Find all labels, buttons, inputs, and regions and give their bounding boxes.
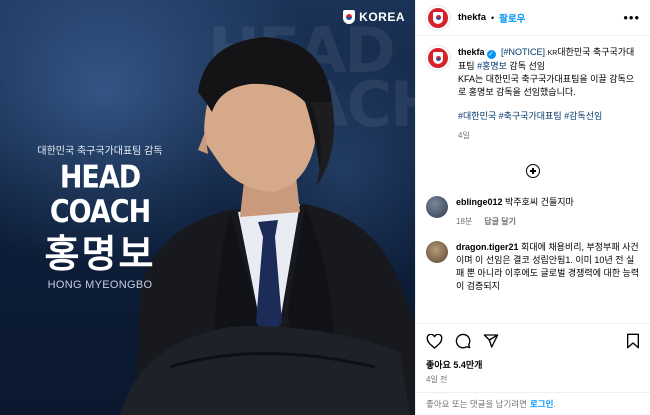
reply-button[interactable]: 답글 달기 [484, 215, 516, 228]
comment-username[interactable]: dragon.tiger21 [456, 242, 519, 252]
comment-body: dragon.tiger21 회대에 채용비리, 부정부패 사건이며 이 선임은… [456, 241, 640, 293]
coach-hashtag[interactable]: #홍명보 [477, 61, 507, 71]
share-send-icon[interactable] [483, 333, 499, 349]
comments-scroll-area[interactable]: thekfa ✓ [#NOTICE] KR대한민국 축구국가대표팀 #홍명보 감독… [416, 36, 650, 323]
title-block: 대한민국 축구국가대표팀 감독 HEAD COACH 홍명보 HONG MYEO… [20, 142, 180, 291]
caption-text-after: 감독 선임 [506, 61, 546, 71]
hashtag-list: #대한민국 #축구국가대표팀 #감독선임 [458, 110, 640, 123]
comment-meta: 18분 답글 달기 [456, 215, 640, 228]
comment-item: dragon.tiger21 회대에 채용비리, 부정부패 사건이며 이 선임은… [426, 241, 640, 293]
login-prompt-text: 좋아요 또는 댓글을 남기려면 [426, 399, 527, 409]
caption-row: thekfa ✓ [#NOTICE] KR대한민국 축구국가대표팀 #홍명보 감독… [426, 46, 640, 142]
commenter-avatar[interactable] [426, 196, 448, 218]
coach-name-korean: 홍명보 [44, 234, 156, 276]
post-image[interactable]: HEAD COACH KOREA 대한민국 축구국가대표팀 감독 HEAD CO… [0, 0, 415, 415]
caption-body: KFA는 대한민국 축구국가대표팀을 이끌 감독으로 홍명보 감독을 선임했습니… [458, 74, 635, 97]
commenter-avatar[interactable] [426, 241, 448, 263]
comment-item: eblinge012 박주호씨 건들지마 18분 답글 달기 [426, 196, 640, 228]
kfa-crest-icon [433, 11, 443, 24]
hashtag[interactable]: #대한민국 [458, 111, 496, 121]
separator-dot: • [490, 12, 495, 23]
post-headline: HEAD COACH [49, 159, 151, 230]
comment-text: 박주호씨 건들지마 [505, 197, 574, 207]
kfa-crest-icon [433, 52, 443, 64]
post-header: thekfa • 팔로우 ••• [416, 0, 650, 36]
profile-avatar[interactable] [426, 5, 450, 30]
caption-avatar[interactable] [426, 46, 450, 70]
follow-button[interactable]: 팔로우 [499, 11, 525, 25]
more-options-icon[interactable]: ••• [623, 11, 640, 24]
comment-username[interactable]: eblinge012 [456, 197, 503, 207]
caption-time: 4일 [458, 131, 470, 140]
post-actions-bar [416, 323, 650, 358]
login-link[interactable]: 로그인 [530, 398, 553, 410]
post-date: 4일 전 [426, 375, 448, 384]
hashtag[interactable]: #축구국가대표팀 [499, 111, 562, 121]
caption-username[interactable]: thekfa [458, 47, 485, 57]
bookmark-icon[interactable] [626, 333, 640, 349]
comment-time: 18분 [456, 217, 473, 226]
post-sidebar: thekfa • 팔로우 ••• thekfa ✓ [#NOTICE] KR대한민… [415, 0, 650, 415]
login-suffix: . [553, 399, 556, 409]
comment-body: eblinge012 박주호씨 건들지마 18분 답글 달기 [456, 196, 640, 228]
load-more-comments-icon[interactable] [526, 164, 540, 178]
hashtag[interactable]: #감독선임 [564, 111, 602, 121]
likes-count[interactable]: 좋아요 5.4만개 [426, 358, 482, 371]
flag-code: KR [547, 50, 558, 57]
coach-name-english: HONG MYEONGBO [47, 279, 153, 291]
header-username[interactable]: thekfa [458, 12, 486, 23]
comment-bubble-icon[interactable] [455, 333, 471, 349]
post-subtitle: 대한민국 축구국가대표팀 감독 [37, 146, 163, 157]
login-prompt-bar: 좋아요 또는 댓글을 남기려면 로그인. [416, 392, 650, 415]
caption: thekfa ✓ [#NOTICE] KR대한민국 축구국가대표팀 #홍명보 감독… [458, 46, 640, 142]
like-heart-icon[interactable] [426, 333, 443, 349]
notice-hashtag[interactable]: [#NOTICE] [501, 47, 545, 57]
verified-badge-icon: ✓ [486, 50, 496, 59]
